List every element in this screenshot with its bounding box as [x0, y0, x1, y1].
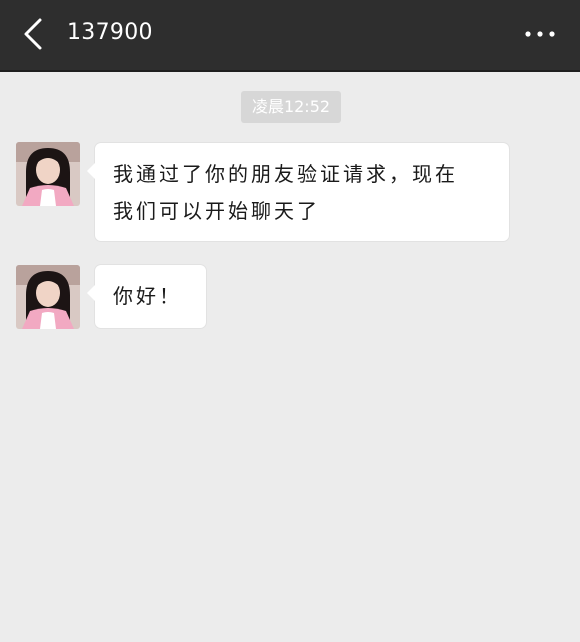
contact-avatar[interactable]: [16, 265, 80, 329]
message-text: 你好！: [113, 284, 182, 308]
message-timestamp: 凌晨12:52: [241, 91, 341, 123]
message-bubble[interactable]: 你好！: [87, 265, 206, 328]
message-text-line: 我通过了你的朋友验证请求，现在: [113, 162, 458, 186]
chevron-left-icon: [24, 18, 42, 50]
message-bubble[interactable]: 我通过了你的朋友验证请求，现在 我们可以开始聊天了: [87, 143, 509, 241]
more-dots-icon: [525, 31, 555, 37]
chat-header: 137900: [0, 0, 580, 72]
chat-title: 137900: [67, 20, 153, 45]
message-text-line: 我们可以开始聊天了: [113, 199, 320, 223]
more-options-button[interactable]: [520, 22, 560, 46]
contact-avatar[interactable]: [16, 142, 80, 206]
back-button[interactable]: [16, 14, 56, 54]
